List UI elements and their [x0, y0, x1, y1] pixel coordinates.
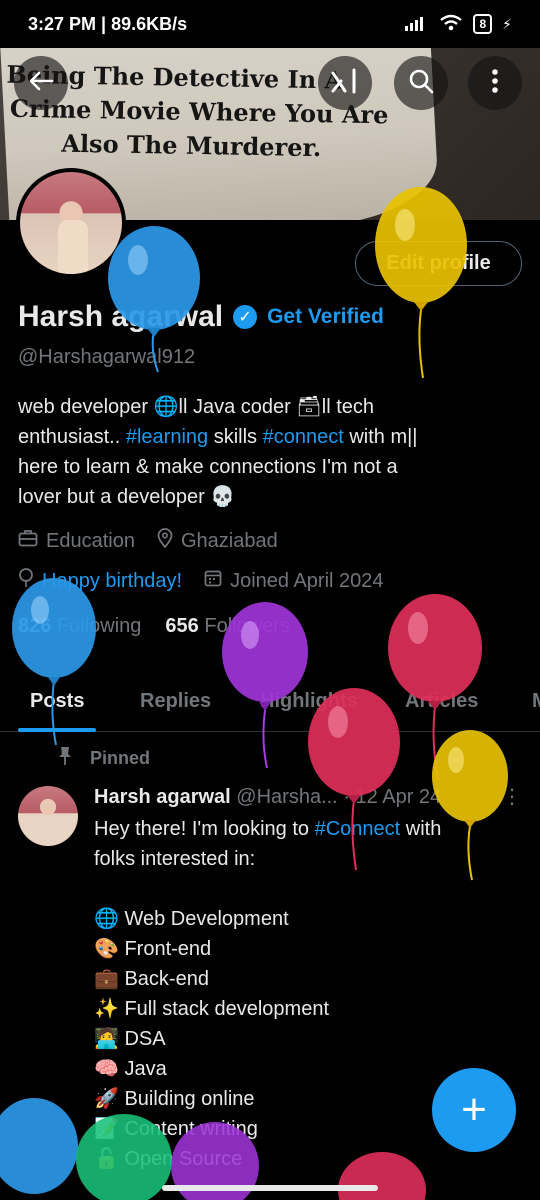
home-indicator[interactable]	[162, 1185, 378, 1191]
category-item: Education	[18, 529, 135, 553]
location-pin-icon	[157, 528, 173, 554]
name-row: Harsh agarwal ✓ Get Verified	[18, 300, 384, 334]
more-vertical-icon	[491, 68, 499, 99]
edit-profile-button[interactable]: Edit profile	[355, 241, 522, 286]
hashtag-link[interactable]: #Connect	[315, 818, 401, 840]
bio-line: here to learn & make connections I'm not…	[18, 456, 398, 478]
following-link[interactable]: 826 Following	[18, 615, 141, 638]
display-name: Harsh agarwal	[18, 300, 224, 333]
status-time: 3:27 PM | 89.6KB/s	[28, 13, 188, 34]
calendar-icon	[204, 569, 222, 593]
profile-handle: @Harshagarwal912	[18, 346, 196, 368]
profile-meta: Education Ghaziabad	[18, 528, 292, 554]
post-author[interactable]: Harsh agarwal	[94, 786, 231, 808]
balloon-blue-bottom	[0, 1098, 78, 1194]
post-line: 🧑‍💻 DSA	[94, 1028, 166, 1050]
post-line: ✨ Full stack development	[94, 998, 329, 1020]
charging-icon: ⚡	[502, 15, 512, 32]
post-line: 🌐 Web Development	[94, 908, 289, 930]
post-line: Hey there! I'm looking to #Connect with	[94, 818, 442, 840]
post-avatar[interactable]	[18, 786, 78, 846]
wifi-icon	[439, 14, 463, 35]
post-more-icon[interactable]: ⋮	[502, 784, 522, 809]
post-date[interactable]: · 12 Apr 24	[343, 786, 441, 808]
tab-highlights[interactable]: Highlights	[260, 670, 358, 732]
post-header: Harsh agarwal @Harsha... · 12 Apr 24	[94, 786, 441, 809]
bio-line: enthusiast.. #learning skills #connect w…	[18, 426, 418, 448]
arrow-left-icon	[28, 70, 54, 97]
joined-item: Joined April 2024	[204, 569, 384, 593]
more-options-button[interactable]	[468, 56, 522, 110]
follow-stats: 826 Following 656 Followers	[18, 615, 290, 638]
search-icon	[408, 68, 434, 99]
balloon-icon	[18, 568, 34, 594]
tab-replies[interactable]: Replies	[140, 670, 211, 732]
status-icons: 8 ⚡	[405, 14, 512, 35]
followers-link[interactable]: 656 Followers	[165, 615, 290, 638]
pinned-label: Pinned	[56, 746, 150, 771]
briefcase-icon	[18, 529, 38, 553]
tab-media[interactable]: M	[532, 670, 540, 732]
post-handle: @Harsha...	[236, 786, 338, 808]
hashtag-link[interactable]: #connect	[263, 426, 344, 448]
profile-tabs: Posts Replies Highlights Articles M	[0, 670, 540, 732]
get-verified-link[interactable]: Get Verified	[267, 305, 384, 329]
back-button[interactable]	[14, 56, 68, 110]
tab-posts[interactable]: Posts	[17, 670, 98, 732]
pin-icon	[56, 746, 74, 771]
compose-post-button[interactable]: +	[432, 1068, 516, 1152]
status-bar: 3:27 PM | 89.6KB/s 8 ⚡	[0, 0, 540, 48]
post-line: 💼 Back-end	[94, 968, 209, 990]
profile-meta-2: Happy birthday! Joined April 2024	[18, 568, 398, 594]
bio-line: web developer 🌐ll Java coder 🗃ll tech	[18, 396, 375, 418]
search-button[interactable]	[394, 56, 448, 110]
tab-articles[interactable]: Articles	[405, 670, 478, 732]
verified-badge-icon[interactable]: ✓	[233, 305, 258, 329]
xai-logo-icon	[330, 67, 360, 100]
profile-avatar[interactable]	[16, 168, 126, 278]
battery-icon: 8	[473, 14, 493, 34]
grok-button[interactable]	[318, 56, 372, 110]
birthday-item: Happy birthday!	[18, 568, 182, 594]
bio-line: lover but a developer 💀	[18, 486, 236, 508]
post-line	[94, 874, 524, 904]
post-line: folks interested in:	[94, 848, 256, 870]
signal-icon	[405, 15, 429, 34]
hashtag-link[interactable]: #learning	[126, 426, 208, 448]
profile-bio: web developer 🌐ll Java coder 🗃ll tech en…	[18, 392, 518, 512]
post-line: 🎨 Front-end	[94, 938, 212, 960]
location-item: Ghaziabad	[157, 528, 278, 554]
